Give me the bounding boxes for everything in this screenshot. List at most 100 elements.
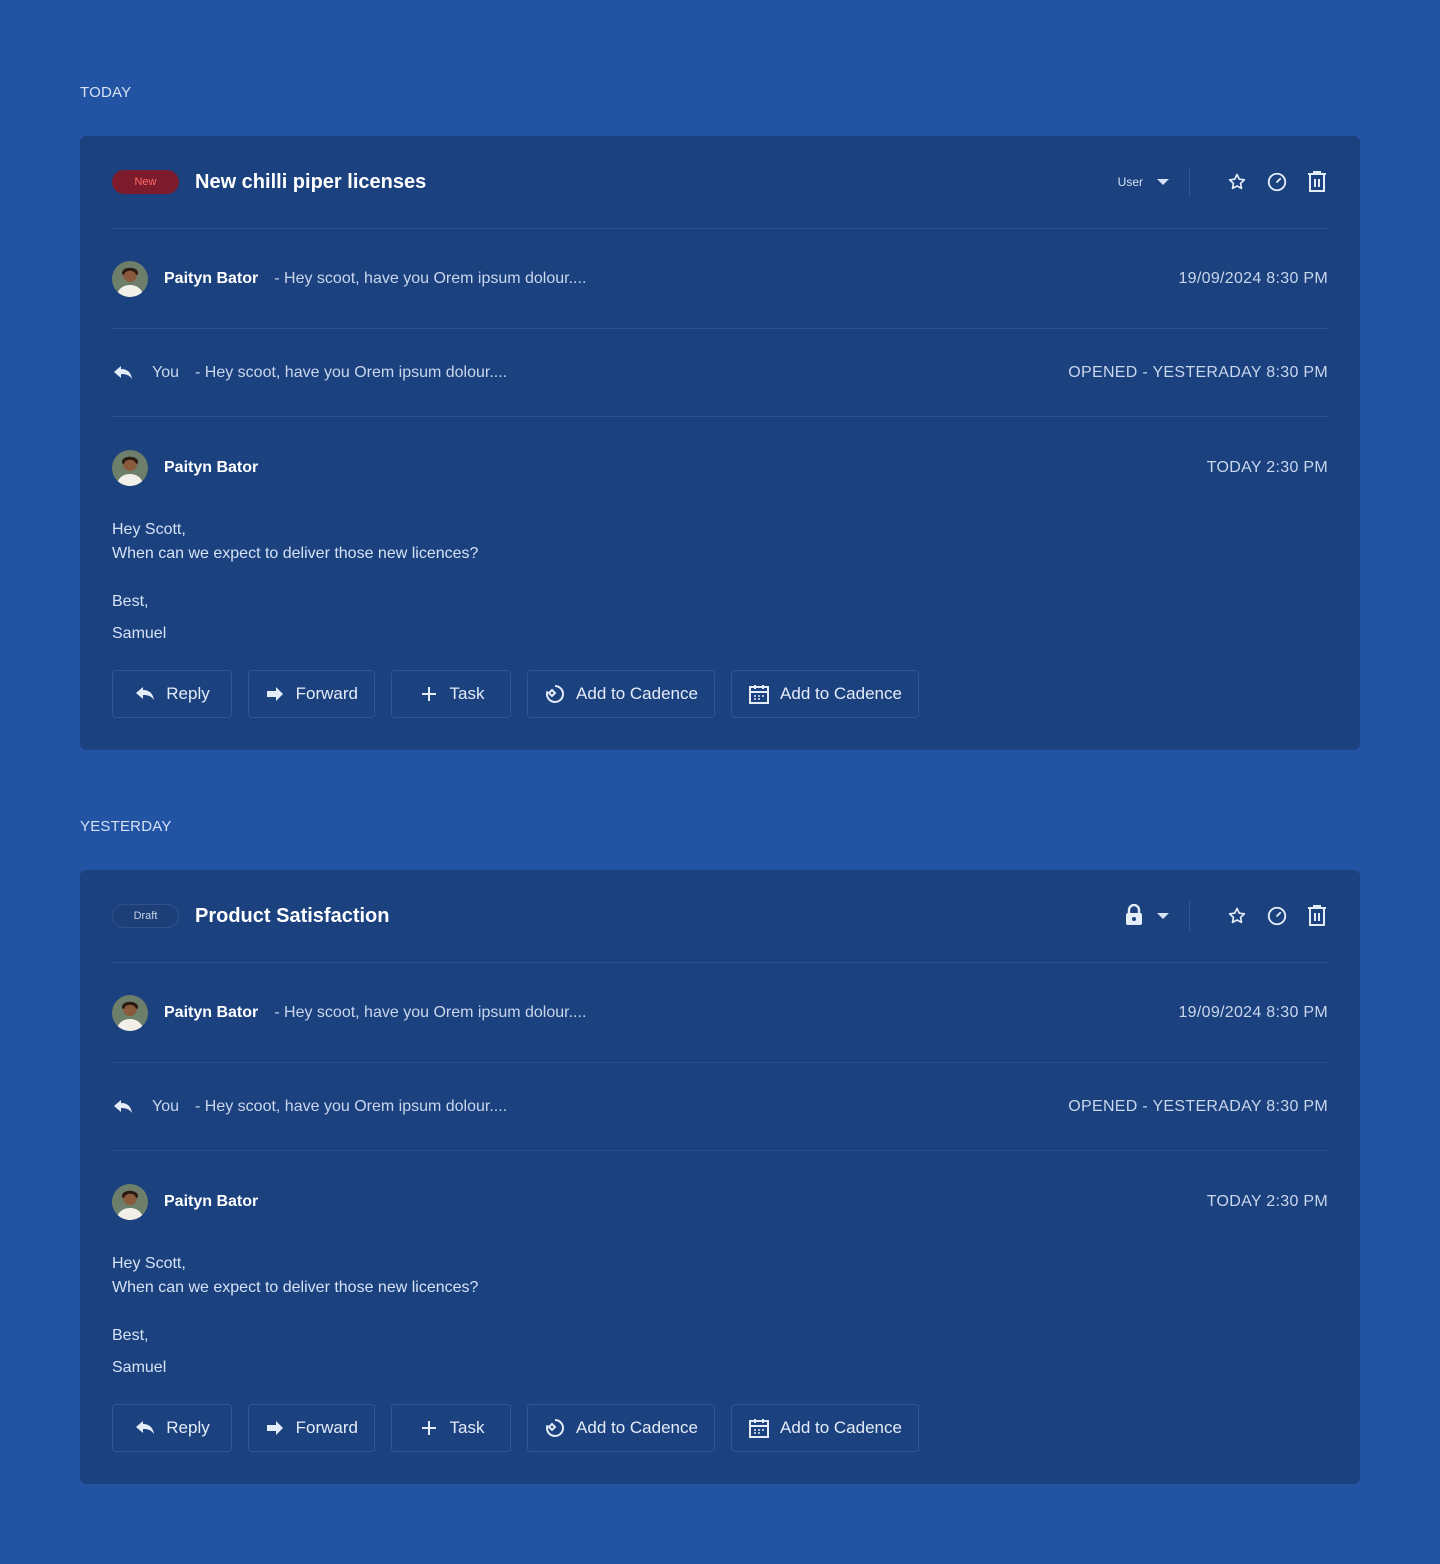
task-label: Task	[449, 1418, 485, 1437]
reply-button[interactable]: Reply	[112, 1404, 232, 1452]
email-thread-card: New New chilli piper licenses User Paity…	[80, 136, 1360, 750]
calendar-icon	[748, 1417, 770, 1439]
body-signoff: Best,	[112, 593, 149, 610]
status-badge: New	[112, 170, 179, 194]
email-thread-card: Draft Product Satisfaction Paityn Bator …	[80, 870, 1360, 1484]
avatar	[112, 995, 148, 1031]
message-body: Hey Scott, When can we expect to deliver…	[112, 1252, 478, 1380]
body-signature: Samuel	[112, 625, 167, 642]
reply-label: Reply	[166, 1418, 210, 1437]
sender-name: You	[152, 1098, 179, 1115]
body-line: When can we expect to deliver those new …	[112, 545, 479, 562]
star-icon[interactable]	[1226, 905, 1248, 927]
forward-button[interactable]: Forward	[248, 1404, 375, 1452]
cadence-label: Add to Cadence	[780, 684, 902, 703]
lock-icon	[1125, 903, 1143, 929]
reply-icon	[134, 1417, 156, 1439]
add-to-cadence-button[interactable]: Add to Cadence	[527, 670, 715, 718]
divider	[112, 416, 1328, 417]
cadence-label: Add to Cadence	[576, 1418, 698, 1437]
trash-icon[interactable]	[1306, 171, 1328, 193]
section-label-today: TODAY	[80, 84, 132, 101]
message-row-reply[interactable]: You - Hey scoot, have you Orem ipsum dol…	[112, 1087, 1328, 1127]
message-row-reply[interactable]: You - Hey scoot, have you Orem ipsum dol…	[112, 353, 1328, 393]
message-time: TODAY 2:30 PM	[1206, 1193, 1328, 1210]
body-greeting: Hey Scott,	[112, 1255, 186, 1272]
reply-label: Reply	[166, 684, 210, 703]
sender-name: Paityn Bator	[164, 1193, 259, 1210]
add-task-button[interactable]: Task	[391, 670, 511, 718]
sender-name: You	[152, 364, 179, 381]
add-to-cadence-button[interactable]: Add to Cadence	[527, 1404, 715, 1452]
cadence-label: Add to Cadence	[780, 1418, 902, 1437]
body-signature: Samuel	[112, 1359, 167, 1376]
add-to-cadence-calendar-button[interactable]: Add to Cadence	[731, 1404, 919, 1452]
message-snippet: - Hey scoot, have you Orem ipsum dolour.…	[274, 270, 587, 287]
chevron-down-icon	[1157, 913, 1169, 919]
cadence-label: Add to Cadence	[576, 684, 698, 703]
message-snippet: - Hey scoot, have you Orem ipsum dolour.…	[195, 364, 508, 381]
divider	[112, 962, 1328, 963]
add-to-cadence-calendar-button[interactable]: Add to Cadence	[731, 670, 919, 718]
cadence-icon	[544, 683, 566, 705]
message-expanded-header: Paityn Bator TODAY 2:30 PM	[112, 1182, 1328, 1222]
message-body: Hey Scott, When can we expect to deliver…	[112, 518, 478, 646]
message-time: 19/09/2024 8:30 PM	[1178, 270, 1328, 287]
body-line: When can we expect to deliver those new …	[112, 1279, 479, 1296]
avatar	[112, 450, 148, 486]
clock-icon[interactable]	[1266, 905, 1288, 927]
message-row-collapsed[interactable]: Paityn Bator - Hey scoot, have you Orem …	[112, 993, 1328, 1033]
reply-button[interactable]: Reply	[112, 670, 232, 718]
message-actions: Reply Forward Task Add to Cadence Add to…	[112, 670, 919, 718]
reply-arrow-icon	[112, 364, 136, 382]
status-badge: Draft	[112, 904, 179, 928]
message-row-collapsed[interactable]: Paityn Bator - Hey scoot, have you Orem …	[112, 259, 1328, 299]
divider	[1189, 901, 1190, 931]
thread-header-actions: User	[1118, 167, 1328, 197]
sender-name: Paityn Bator	[164, 459, 259, 476]
sender-name: Paityn Bator	[164, 270, 259, 287]
sender-name: Paityn Bator	[164, 1004, 259, 1021]
thread-header: New New chilli piper licenses User	[112, 162, 1328, 202]
message-time: 19/09/2024 8:30 PM	[1178, 1004, 1328, 1021]
forward-label: Forward	[295, 1418, 358, 1437]
message-actions: Reply Forward Task Add to Cadence Add to…	[112, 1404, 919, 1452]
forward-icon	[265, 683, 286, 705]
trash-icon[interactable]	[1306, 905, 1328, 927]
calendar-icon	[748, 683, 770, 705]
thread-header-actions	[1125, 901, 1328, 931]
owner-dropdown[interactable]: User	[1118, 175, 1169, 189]
avatar	[112, 1184, 148, 1220]
body-greeting: Hey Scott,	[112, 521, 186, 538]
forward-label: Forward	[295, 684, 358, 703]
message-time: TODAY 2:30 PM	[1206, 459, 1328, 476]
body-signoff: Best,	[112, 1327, 149, 1344]
divider	[1189, 167, 1190, 197]
privacy-dropdown[interactable]	[1125, 903, 1169, 929]
message-snippet: - Hey scoot, have you Orem ipsum dolour.…	[195, 1098, 508, 1115]
reply-icon	[134, 683, 156, 705]
owner-label: User	[1117, 175, 1143, 189]
divider	[112, 1062, 1328, 1063]
avatar	[112, 261, 148, 297]
divider	[112, 1150, 1328, 1151]
message-snippet: - Hey scoot, have you Orem ipsum dolour.…	[274, 1004, 587, 1021]
message-status: OPENED - YESTERADAY 8:30 PM	[1068, 364, 1328, 381]
thread-header: Draft Product Satisfaction	[112, 896, 1328, 936]
task-label: Task	[449, 684, 485, 703]
thread-subject: New chilli piper licenses	[195, 170, 427, 193]
plus-icon	[418, 683, 440, 705]
forward-icon	[265, 1417, 286, 1439]
plus-icon	[418, 1417, 440, 1439]
clock-icon[interactable]	[1266, 171, 1288, 193]
section-label-yesterday: YESTERDAY	[80, 818, 172, 835]
message-status: OPENED - YESTERADAY 8:30 PM	[1068, 1098, 1328, 1115]
cadence-icon	[544, 1417, 566, 1439]
add-task-button[interactable]: Task	[391, 1404, 511, 1452]
divider	[112, 328, 1328, 329]
forward-button[interactable]: Forward	[248, 670, 375, 718]
chevron-down-icon	[1157, 179, 1169, 185]
thread-subject: Product Satisfaction	[195, 904, 390, 927]
star-icon[interactable]	[1226, 171, 1248, 193]
message-expanded-header: Paityn Bator TODAY 2:30 PM	[112, 448, 1328, 488]
